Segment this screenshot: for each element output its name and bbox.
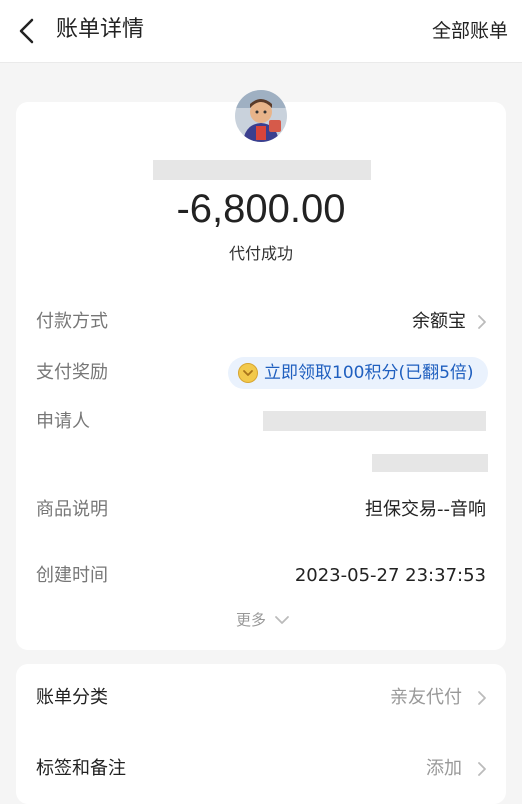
created-time-label: 创建时间 [36, 565, 108, 586]
avatar-photo-icon [235, 90, 287, 142]
top-bar: 账单详情 全部账单 [0, 0, 522, 63]
applicant-label: 申请人 [36, 411, 90, 432]
claim-points-button[interactable]: 立即领取100积分(已翻5倍) [228, 357, 488, 389]
product-description-value: 担保交易--音响 [365, 499, 486, 520]
chevron-right-icon[interactable] [477, 761, 487, 777]
tags-notes-label: 标签和备注 [36, 758, 126, 779]
back-arrow-icon[interactable] [14, 16, 42, 46]
payment-method-label: 付款方式 [36, 311, 108, 332]
more-toggle[interactable]: 更多 [236, 609, 266, 631]
claim-points-text: 立即领取100积分(已翻5倍) [264, 363, 474, 383]
add-tags-notes-button[interactable]: 添加 [426, 756, 462, 782]
created-time-value: 2023-05-27 23:37:53 [294, 565, 486, 586]
all-bills-link[interactable]: 全部账单 [432, 17, 508, 45]
page-title: 账单详情 [56, 17, 145, 42]
chevron-right-icon[interactable] [477, 314, 487, 330]
payee-name-redacted [153, 160, 371, 180]
reward-label: 支付奖励 [36, 362, 108, 383]
payment-method-value[interactable]: 余额宝 [412, 309, 466, 335]
bill-status: 代付成功 [228, 244, 293, 263]
product-description-label: 商品说明 [36, 499, 108, 520]
chevron-right-icon[interactable] [477, 690, 487, 706]
bill-amount: -6,800.00 [176, 187, 346, 231]
applicant-detail-redacted [372, 454, 488, 472]
bill-extras-card: 账单分类 亲友代付 标签和备注 添加 [16, 664, 506, 804]
chevron-down-icon[interactable] [274, 614, 290, 626]
avatar [235, 90, 287, 142]
bill-category-label: 账单分类 [36, 687, 108, 708]
applicant-redacted [263, 411, 486, 431]
bill-detail-card: -6,800.00 代付成功 付款方式 余额宝 支付奖励 立即领取100积分(已… [16, 90, 506, 650]
bill-category-value[interactable]: 亲友代付 [390, 685, 462, 711]
points-coin-icon [238, 363, 258, 383]
